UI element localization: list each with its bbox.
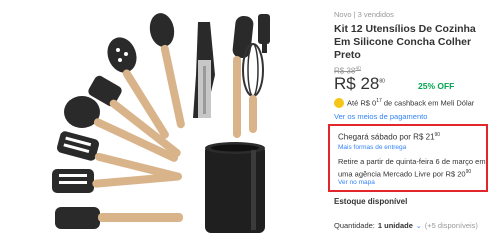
discount-badge: 25% OFF xyxy=(418,81,455,91)
original-price-cents: 40 xyxy=(355,66,361,72)
condition-label: Novo xyxy=(334,10,352,19)
current-price: R$ 2880 xyxy=(334,74,385,94)
kitchen-utensils-illustration xyxy=(52,13,270,233)
sold-count: 3 vendidos xyxy=(357,10,394,19)
cashback-prefix: Até R$ 0 xyxy=(347,98,377,108)
cashback-suffix: de cashback em Meli Dólar xyxy=(383,98,475,108)
arrival-info: Chegará sábado por R$ 2190 xyxy=(338,132,440,142)
current-price-main: R$ 28 xyxy=(334,74,380,93)
view-map-link[interactable]: Ver no mapa xyxy=(338,179,375,186)
available-count: (+5 disponíveis) xyxy=(424,221,478,230)
stock-status: Estoque disponível xyxy=(334,197,408,206)
arrival-text: Chegará sábado por R$ 21 xyxy=(338,132,435,142)
cashback-text: Até R$ 017 de cashback em Meli Dólar xyxy=(347,98,474,108)
sun-icon xyxy=(334,98,344,108)
quantity-selector[interactable]: Quantidade: 1 unidade ⌄ (+5 disponíveis) xyxy=(334,221,478,230)
quantity-label: Quantidade: xyxy=(334,221,375,230)
shipping-highlight-box: Chegará sábado por R$ 2190 Mais formas d… xyxy=(328,124,488,192)
quantity-value[interactable]: 1 unidade xyxy=(378,221,413,230)
chevron-down-icon[interactable]: ⌄ xyxy=(416,222,422,230)
current-price-cents: 80 xyxy=(379,78,385,85)
pickup-cents: 90 xyxy=(465,169,472,175)
product-meta: Novo | 3 vendidos xyxy=(334,10,394,19)
pickup-info: Retire a partir de quinta-feira 6 de mar… xyxy=(338,157,488,180)
payment-methods-link[interactable]: Ver os meios de pagamento xyxy=(334,112,427,121)
product-image[interactable] xyxy=(0,0,325,247)
product-title: Kit 12 Utensílios De Cozinha Em Silicone… xyxy=(334,23,476,61)
cashback-info: Até R$ 017 de cashback em Meli Dólar xyxy=(334,98,474,108)
more-shipping-link[interactable]: Mais formas de entrega xyxy=(338,144,406,151)
cashback-cents: 17 xyxy=(376,98,382,105)
pickup-text: Retire a partir de quinta-feira 6 de mar… xyxy=(338,157,486,179)
arrival-cents: 90 xyxy=(434,132,441,138)
